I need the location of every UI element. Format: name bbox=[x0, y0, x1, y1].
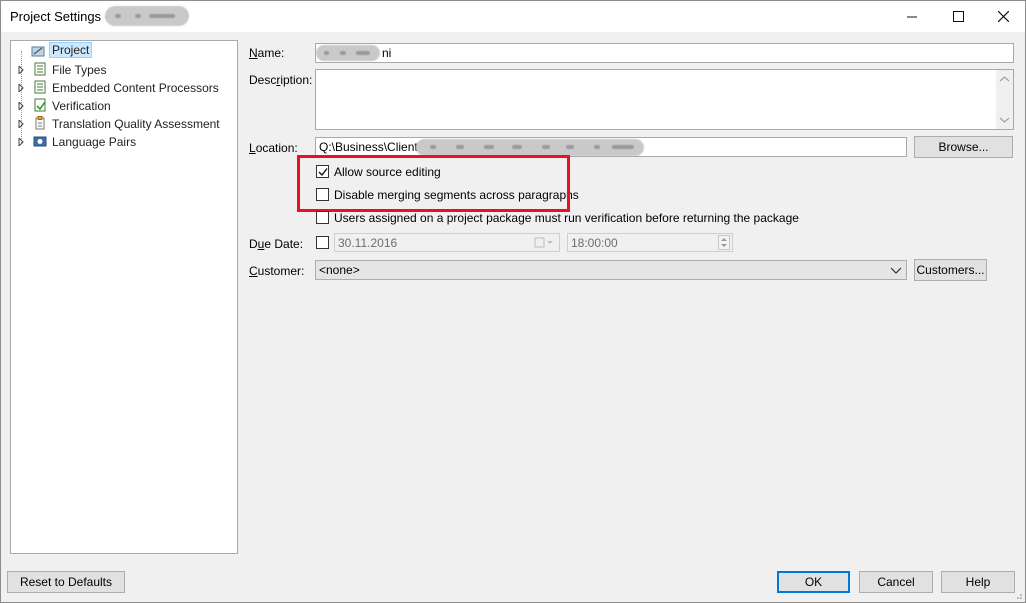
chevron-down-icon bbox=[890, 267, 902, 274]
cancel-button[interactable]: Cancel bbox=[859, 571, 933, 593]
tree-item-file-types[interactable]: File Types bbox=[11, 61, 211, 78]
maximize-icon bbox=[952, 11, 964, 22]
tqa-icon bbox=[35, 116, 45, 130]
description-field[interactable] bbox=[315, 69, 1014, 130]
tree-item-label: Project bbox=[49, 42, 93, 58]
due-time-value: 18:00:00 bbox=[571, 236, 618, 250]
reset-to-defaults-button[interactable]: Reset to Defaults bbox=[7, 571, 125, 593]
reset-button-label: Reset to Defaults bbox=[19, 575, 113, 589]
language-pairs-icon bbox=[33, 136, 47, 147]
due-date-checkbox[interactable] bbox=[316, 236, 329, 249]
name-label: Name: bbox=[249, 46, 285, 60]
ok-button[interactable]: OK bbox=[777, 571, 850, 593]
name-field[interactable]: ni bbox=[315, 43, 1014, 63]
browse-button-label: Browse... bbox=[938, 140, 989, 154]
location-field[interactable]: Q:\Business\Clients\ bbox=[315, 137, 907, 157]
due-date-picker[interactable]: 30.11.2016 bbox=[334, 233, 560, 252]
file-types-icon bbox=[34, 62, 46, 76]
tree-item-translation-quality-assessment[interactable]: Translation Quality Assessment bbox=[11, 115, 233, 132]
help-button[interactable]: Help bbox=[941, 571, 1015, 593]
verification-icon bbox=[34, 98, 46, 112]
settings-tree[interactable]: Project File Types Embedded Content Proc… bbox=[10, 40, 238, 554]
title-bar: Project Settings - bbox=[1, 1, 1025, 32]
customer-label: Customer: bbox=[249, 264, 305, 278]
scroll-down-icon[interactable] bbox=[996, 113, 1013, 127]
redacted-name bbox=[316, 45, 380, 61]
highlight-box bbox=[297, 155, 570, 212]
maximize-button[interactable] bbox=[935, 1, 981, 32]
expand-arrow-icon[interactable] bbox=[18, 84, 24, 92]
redacted-location bbox=[416, 139, 644, 156]
browse-button[interactable]: Browse... bbox=[914, 136, 1013, 158]
customers-button-label: Customers... bbox=[916, 263, 985, 277]
customer-select[interactable]: <none> bbox=[315, 260, 907, 280]
scroll-up-icon[interactable] bbox=[996, 72, 1013, 86]
expand-arrow-icon[interactable] bbox=[18, 138, 24, 146]
embedded-content-icon bbox=[34, 80, 46, 94]
tree-item-project[interactable]: Project bbox=[11, 42, 211, 60]
tree-item-label: File Types bbox=[52, 62, 107, 77]
tree-item-label: Language Pairs bbox=[52, 134, 137, 149]
due-date-label: Due Date: bbox=[249, 237, 304, 251]
users-verification-label[interactable]: Users assigned on a project package must… bbox=[334, 211, 799, 225]
window-title: Project Settings - bbox=[10, 9, 109, 24]
calendar-dropdown-icon[interactable] bbox=[534, 237, 556, 249]
project-settings-dialog: Project Settings - Project File Types Em… bbox=[0, 0, 1026, 603]
expand-arrow-icon[interactable] bbox=[18, 102, 24, 110]
name-value-suffix: ni bbox=[382, 46, 392, 60]
redacted-project-name bbox=[105, 6, 189, 26]
ok-button-label: OK bbox=[804, 575, 823, 589]
customer-value: <none> bbox=[319, 263, 360, 277]
minimize-button[interactable] bbox=[889, 1, 935, 32]
tree-item-label: Embedded Content Processors bbox=[52, 80, 219, 95]
tree-item-verification[interactable]: Verification bbox=[11, 97, 211, 114]
time-spinner-icon[interactable] bbox=[718, 235, 730, 250]
project-icon bbox=[31, 46, 45, 57]
expand-arrow-icon[interactable] bbox=[18, 120, 24, 128]
users-verification-checkbox[interactable] bbox=[316, 211, 329, 224]
close-icon bbox=[997, 11, 1009, 22]
location-label: Location: bbox=[249, 141, 298, 155]
tree-item-language-pairs[interactable]: Language Pairs bbox=[11, 133, 211, 150]
due-date-value: 30.11.2016 bbox=[338, 236, 398, 250]
resize-grip-icon[interactable] bbox=[1013, 590, 1023, 600]
customers-button[interactable]: Customers... bbox=[914, 259, 987, 281]
due-time-field[interactable]: 18:00:00 bbox=[567, 233, 733, 252]
tree-item-embedded-content-processors[interactable]: Embedded Content Processors bbox=[11, 79, 231, 96]
description-scrollbar[interactable] bbox=[996, 70, 1013, 129]
expand-arrow-icon[interactable] bbox=[18, 66, 24, 74]
minimize-icon bbox=[907, 16, 917, 17]
cancel-button-label: Cancel bbox=[877, 575, 915, 589]
help-button-label: Help bbox=[965, 575, 991, 589]
close-button[interactable] bbox=[980, 1, 1026, 32]
tree-item-label: Verification bbox=[52, 98, 111, 113]
description-label: Description: bbox=[249, 73, 313, 87]
location-value: Q:\Business\Clients\ bbox=[319, 140, 428, 154]
tree-item-label: Translation Quality Assessment bbox=[52, 116, 220, 131]
